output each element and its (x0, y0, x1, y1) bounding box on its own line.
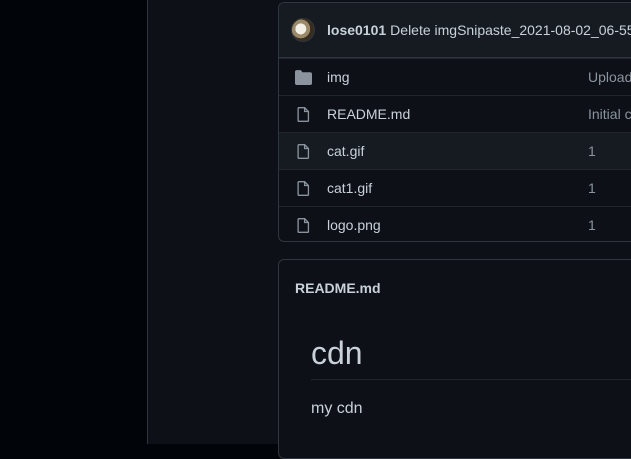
folder-icon (295, 70, 312, 85)
file-row-logo-png[interactable]: logo.png 1 (279, 206, 631, 241)
avatar[interactable] (291, 18, 315, 42)
file-name[interactable]: cat.gif (327, 143, 364, 159)
commit-message[interactable]: Delete imgSnipaste_2021-08-02_06-55-2 (390, 22, 631, 38)
file-name[interactable]: cat1.gif (327, 180, 372, 196)
file-icon (297, 181, 310, 196)
file-name[interactable]: README.md (327, 106, 410, 122)
commit-author[interactable]: lose0101 (327, 22, 386, 38)
file-icon (297, 218, 310, 233)
file-commit-message[interactable]: Upload (588, 69, 631, 85)
readme-body: my cdn (311, 400, 363, 417)
left-background (0, 0, 147, 444)
heading-divider (311, 379, 631, 380)
latest-commit-bar: lose0101 Delete imgSnipaste_2021-08-02_0… (279, 3, 631, 58)
file-commit-message[interactable]: 1 (588, 180, 596, 196)
file-row-cat-gif[interactable]: cat.gif 1 (279, 132, 631, 169)
file-commit-message[interactable]: Initial c (588, 106, 631, 122)
readme-heading: cdn (311, 335, 363, 371)
file-icon (297, 107, 310, 122)
file-row-cat1-gif[interactable]: cat1.gif 1 (279, 169, 631, 206)
readme-panel: README.md cdn my cdn (278, 259, 631, 459)
file-name[interactable]: logo.png (327, 217, 381, 233)
file-row-readme[interactable]: README.md Initial c (279, 95, 631, 132)
file-commit-message[interactable]: 1 (588, 143, 596, 159)
file-icon (297, 144, 310, 159)
file-row-img[interactable]: img Upload (279, 58, 631, 95)
file-commit-message[interactable]: 1 (588, 217, 596, 233)
file-list: lose0101 Delete imgSnipaste_2021-08-02_0… (278, 2, 631, 242)
readme-filename[interactable]: README.md (279, 260, 631, 316)
file-name[interactable]: img (327, 69, 350, 85)
